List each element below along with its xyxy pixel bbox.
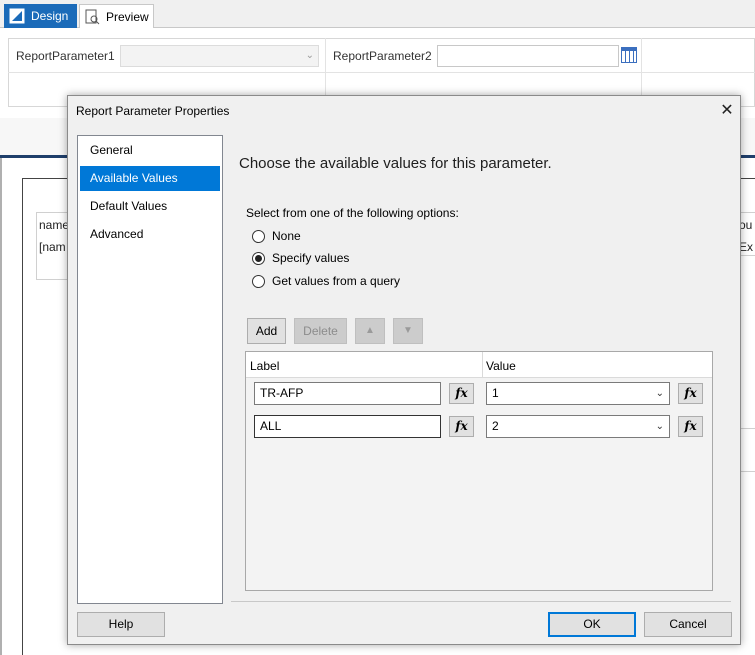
arrow-down-icon: ▼ — [403, 325, 413, 336]
label-input[interactable]: ALL — [254, 415, 441, 438]
label-input[interactable]: TR-AFP — [254, 382, 441, 405]
parameter2-label: ReportParameter2 — [333, 49, 432, 63]
calendar-icon[interactable] — [621, 47, 637, 63]
value-dropdown[interactable]: 2 ⌄ — [486, 415, 670, 438]
chevron-down-icon: ⌄ — [655, 388, 664, 399]
chevron-down-icon: ⌄ — [305, 50, 314, 61]
option-label: Specify values — [272, 251, 350, 265]
value-text: 1 — [492, 386, 499, 400]
parameter1-label: ReportParameter1 — [16, 49, 115, 63]
tab-preview[interactable]: Preview — [79, 4, 154, 28]
radio-button[interactable] — [252, 274, 265, 288]
delete-button[interactable]: Delete — [294, 318, 347, 344]
value-dropdown[interactable]: 1 ⌄ — [486, 382, 670, 405]
options-label: Select from one of the following options… — [246, 206, 459, 220]
table-cell: Ex — [739, 240, 754, 254]
radio-button[interactable] — [252, 229, 265, 243]
values-grid: Label Value TR-AFP fx 1 ⌄ fx ALL fx 2 ⌄ … — [245, 351, 713, 591]
parameter1-dropdown[interactable]: ⌄ — [120, 45, 319, 67]
option-label: Get values from a query — [272, 274, 401, 288]
tab-design-label: Design — [31, 9, 69, 23]
nav-item-default-values[interactable]: Default Values — [80, 194, 220, 219]
table-cell: name — [39, 218, 70, 232]
grid-header: Label Value — [246, 352, 712, 378]
close-icon[interactable]: ✕ — [716, 100, 738, 122]
expression-button[interactable]: fx — [678, 416, 703, 437]
move-down-button[interactable]: ▼ — [393, 318, 423, 344]
nav-item-available-values[interactable]: Available Values — [80, 166, 220, 191]
expression-button[interactable]: fx — [678, 383, 703, 404]
move-up-button[interactable]: ▲ — [355, 318, 385, 344]
preview-icon — [84, 9, 100, 25]
option-specify-values[interactable]: Specify values — [252, 249, 349, 267]
expression-button[interactable]: fx — [449, 416, 474, 437]
ok-button[interactable]: OK — [548, 612, 636, 637]
help-button[interactable]: Help — [77, 612, 165, 637]
radio-button-selected[interactable] — [252, 251, 265, 265]
option-none[interactable]: None — [252, 227, 301, 245]
tab-preview-label: Preview — [106, 9, 149, 24]
arrow-up-icon: ▲ — [365, 325, 375, 336]
nav-panel: General Available Values Default Values … — [77, 135, 223, 604]
report-parameter-properties-dialog: Report Parameter Properties ✕ General Av… — [67, 95, 741, 645]
dialog-title: Report Parameter Properties — [76, 104, 230, 118]
add-button[interactable]: Add — [247, 318, 286, 344]
option-get-values-from-query[interactable]: Get values from a query — [252, 272, 400, 290]
chevron-down-icon: ⌄ — [655, 421, 664, 432]
page-heading: Choose the available values for this par… — [239, 155, 552, 172]
column-header-value: Value — [486, 359, 516, 373]
footer-divider — [231, 601, 731, 602]
design-icon — [9, 8, 25, 24]
divider — [482, 352, 483, 378]
cancel-button[interactable]: Cancel — [644, 612, 732, 637]
tab-design[interactable]: Design — [4, 4, 77, 28]
option-label: None — [272, 229, 301, 243]
table-cell: [nam — [39, 240, 66, 254]
value-text: 2 — [492, 419, 499, 433]
table-cell: ou — [739, 218, 753, 232]
divider — [8, 72, 755, 73]
column-header-label: Label — [250, 359, 280, 373]
nav-item-general[interactable]: General — [80, 138, 220, 163]
parameter2-date-input[interactable] — [437, 45, 619, 67]
design-left-edge — [0, 158, 2, 655]
nav-item-advanced[interactable]: Advanced — [80, 222, 220, 247]
expression-button[interactable]: fx — [449, 383, 474, 404]
